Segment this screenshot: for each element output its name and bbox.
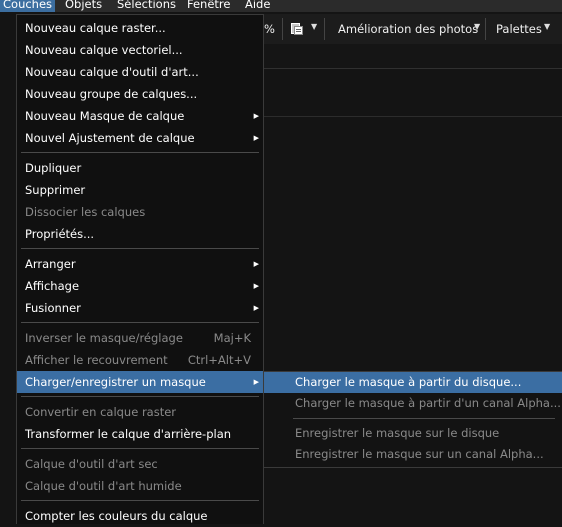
menu-item-label: Affichage	[25, 279, 80, 293]
menu-item-arrange[interactable]: Arranger ▶	[17, 253, 263, 275]
submenu-item-save-to-disk[interactable]: Enregistrer le masque sur le disque	[264, 423, 562, 444]
submenu-item-save-to-alpha[interactable]: Enregistrer le masque sur un canal Alpha…	[264, 444, 562, 465]
menu-item-new-mask-layer[interactable]: Nouveau Masque de calque ▶	[17, 105, 263, 127]
submenu-arrow-icon: ▶	[253, 134, 259, 142]
menu-item-label: Compter les couleurs du calque	[25, 509, 208, 523]
submenu-item-load-from-disk[interactable]: Charger le masque à partir du disque...	[264, 372, 562, 393]
secondary-toolbar	[262, 44, 562, 69]
submenu-item-load-from-alpha[interactable]: Charger le masque à partir d'un canal Al…	[264, 393, 562, 414]
chevron-down-icon[interactable]: ▼	[474, 22, 480, 31]
menu-fenetre[interactable]: Fenêtre	[184, 0, 233, 12]
menu-couches-label: Couches	[3, 0, 53, 11]
menu-item-label: Supprimer	[25, 183, 86, 197]
menu-item-count-colors[interactable]: Compter les couleurs du calque	[17, 505, 263, 527]
zoom-percent: %	[264, 22, 275, 36]
menu-item-view[interactable]: Affichage ▶	[17, 275, 263, 297]
menu-item-label: Inverser le masque/réglage	[25, 331, 183, 345]
submenu-arrow-icon: ▶	[253, 282, 259, 290]
menu-item-load-save-mask[interactable]: Charger/enregistrer un masque ▶	[17, 371, 263, 393]
menu-item-label: Transformer le calque d'arrière-plan	[25, 427, 232, 441]
menu-item-label: Charger/enregistrer un masque	[25, 375, 206, 389]
submenu-item-label: Enregistrer le masque sur un canal Alpha…	[295, 447, 544, 461]
menu-aide-label: Aide	[245, 0, 271, 11]
menu-item-merge[interactable]: Fusionner ▶	[17, 297, 263, 319]
menu-item-art-dry[interactable]: Calque d'outil d'art sec	[17, 453, 263, 475]
menu-item-duplicate[interactable]: Dupliquer	[17, 157, 263, 179]
submenu-item-label: Charger le masque à partir du disque...	[295, 375, 522, 389]
menu-item-label: Arranger	[25, 257, 76, 271]
menu-item-label: Nouvel Ajustement de calque	[25, 131, 195, 145]
menu-separator	[21, 322, 259, 323]
menu-objets-label: Objets	[65, 0, 103, 11]
menu-bar: Couches Objets Sélections Fenêtre Aide	[0, 0, 562, 12]
menu-item-label: Calque d'outil d'art sec	[25, 457, 158, 471]
menu-objets[interactable]: Objets	[62, 0, 105, 12]
menu-separator	[21, 500, 259, 501]
photo-improve-button[interactable]: Amélioration des photos	[338, 22, 478, 36]
menu-item-new-adjustment-layer[interactable]: Nouvel Ajustement de calque ▶	[17, 127, 263, 149]
paste-icon[interactable]	[291, 22, 303, 35]
menu-separator	[21, 448, 259, 449]
menu-item-label: Afficher le recouvrement	[25, 353, 168, 367]
menu-item-label: Fusionner	[25, 301, 81, 315]
menu-fenetre-label: Fenêtre	[187, 0, 231, 11]
submenu-item-label: Charger le masque à partir d'un canal Al…	[295, 396, 561, 410]
menu-selections-label: Sélections	[117, 0, 176, 11]
menu-item-label: Convertir en calque raster	[25, 405, 177, 419]
menu-item-new-raster-layer[interactable]: Nouveau calque raster...	[17, 17, 263, 39]
menu-selections[interactable]: Sélections	[114, 0, 179, 12]
palettes-button[interactable]: Palettes	[496, 22, 542, 36]
menu-separator	[21, 248, 259, 249]
menu-item-label: Dissocier les calques	[25, 205, 146, 219]
menu-item-label: Propriétés...	[25, 227, 95, 241]
chevron-down-icon[interactable]: ▼	[311, 22, 317, 31]
toolbar-separator	[485, 18, 486, 40]
workspace-divider	[262, 116, 562, 117]
submenu-arrow-icon: ▶	[253, 112, 259, 120]
menu-aide[interactable]: Aide	[242, 0, 273, 12]
submenu-arrow-icon: ▶	[253, 378, 259, 386]
menu-item-label: Nouveau calque raster...	[25, 21, 166, 35]
menu-item-new-vector-layer[interactable]: Nouveau calque vectoriel...	[17, 39, 263, 61]
menu-item-label: Calque d'outil d'art humide	[25, 479, 182, 493]
menu-item-properties[interactable]: Propriétés...	[17, 223, 263, 245]
menu-item-label: Nouveau calque d'outil d'art...	[25, 65, 199, 79]
toolbar-separator	[324, 18, 325, 40]
chevron-down-icon[interactable]: ▼	[544, 22, 550, 31]
toolbar-separator	[282, 18, 283, 40]
menu-couches[interactable]: Couches	[0, 0, 56, 12]
menu-separator	[21, 152, 259, 153]
menu-item-promote-background[interactable]: Transformer le calque d'arrière-plan	[17, 423, 263, 445]
menu-item-art-wet[interactable]: Calque d'outil d'art humide	[17, 475, 263, 497]
menu-item-delete[interactable]: Supprimer	[17, 179, 263, 201]
submenu-arrow-icon: ▶	[253, 260, 259, 268]
menu-item-label: Dupliquer	[25, 161, 82, 175]
menu-item-show-overlay[interactable]: Afficher le recouvrement Ctrl+Alt+V	[17, 349, 263, 371]
toolbar: % ▼ Amélioration des photos ▼ Palettes ▼	[262, 14, 562, 44]
menu-separator	[21, 396, 259, 397]
menu-item-invert-mask[interactable]: Inverser le masque/réglage Maj+K	[17, 327, 263, 349]
menu-item-label: Nouveau calque vectoriel...	[25, 43, 183, 57]
menu-separator	[293, 418, 555, 419]
menu-item-label: Nouveau Masque de calque	[25, 109, 185, 123]
shortcut-label: Maj+K	[213, 331, 251, 345]
shortcut-label: Ctrl+Alt+V	[187, 353, 251, 367]
menu-item-convert-raster[interactable]: Convertir en calque raster	[17, 401, 263, 423]
mask-submenu: Charger le masque à partir du disque... …	[263, 371, 562, 468]
menu-item-ungroup-layers[interactable]: Dissocier les calques	[17, 201, 263, 223]
menu-item-new-layer-group[interactable]: Nouveau groupe de calques...	[17, 83, 263, 105]
layers-dropdown-menu: Nouveau calque raster... Nouveau calque …	[16, 14, 264, 524]
menu-item-label: Nouveau groupe de calques...	[25, 87, 198, 101]
submenu-item-label: Enregistrer le masque sur le disque	[295, 426, 500, 440]
menu-item-new-art-media-layer[interactable]: Nouveau calque d'outil d'art...	[17, 61, 263, 83]
submenu-arrow-icon: ▶	[253, 304, 259, 312]
